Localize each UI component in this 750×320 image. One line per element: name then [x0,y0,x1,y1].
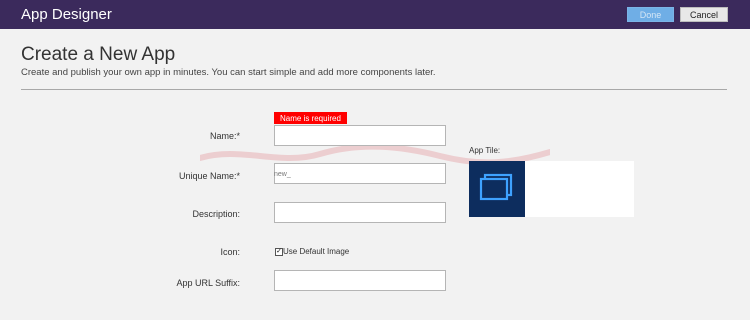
url-suffix-label: App URL Suffix: [176,278,240,288]
unique-name-label: Unique Name:* [178,171,240,181]
name-input[interactable] [274,125,446,146]
app-tile-label: App Tile: [469,146,501,155]
page-title: Create a New App [21,44,176,65]
title-bar: App Designer Done Cancel [0,0,750,29]
app-title: App Designer [21,6,112,23]
done-button[interactable]: Done [627,7,674,22]
cancel-button[interactable]: Cancel [680,7,728,22]
app-tile-icon [469,161,525,217]
name-required-error: Name is required [274,112,347,124]
use-default-image-label: Use Default Image [283,247,350,256]
use-default-image-checkbox[interactable]: ✓ [275,248,283,256]
description-label: Description: [192,209,240,219]
url-suffix-input[interactable] [274,270,446,291]
description-input[interactable] [274,202,446,223]
unique-name-input[interactable] [274,163,446,184]
name-label: Name:* [209,131,240,141]
unique-name-value: new_ [274,171,291,178]
page-subtitle: Create and publish your own app in minut… [21,67,436,78]
icon-label: Icon: [220,247,240,257]
divider [21,89,727,90]
